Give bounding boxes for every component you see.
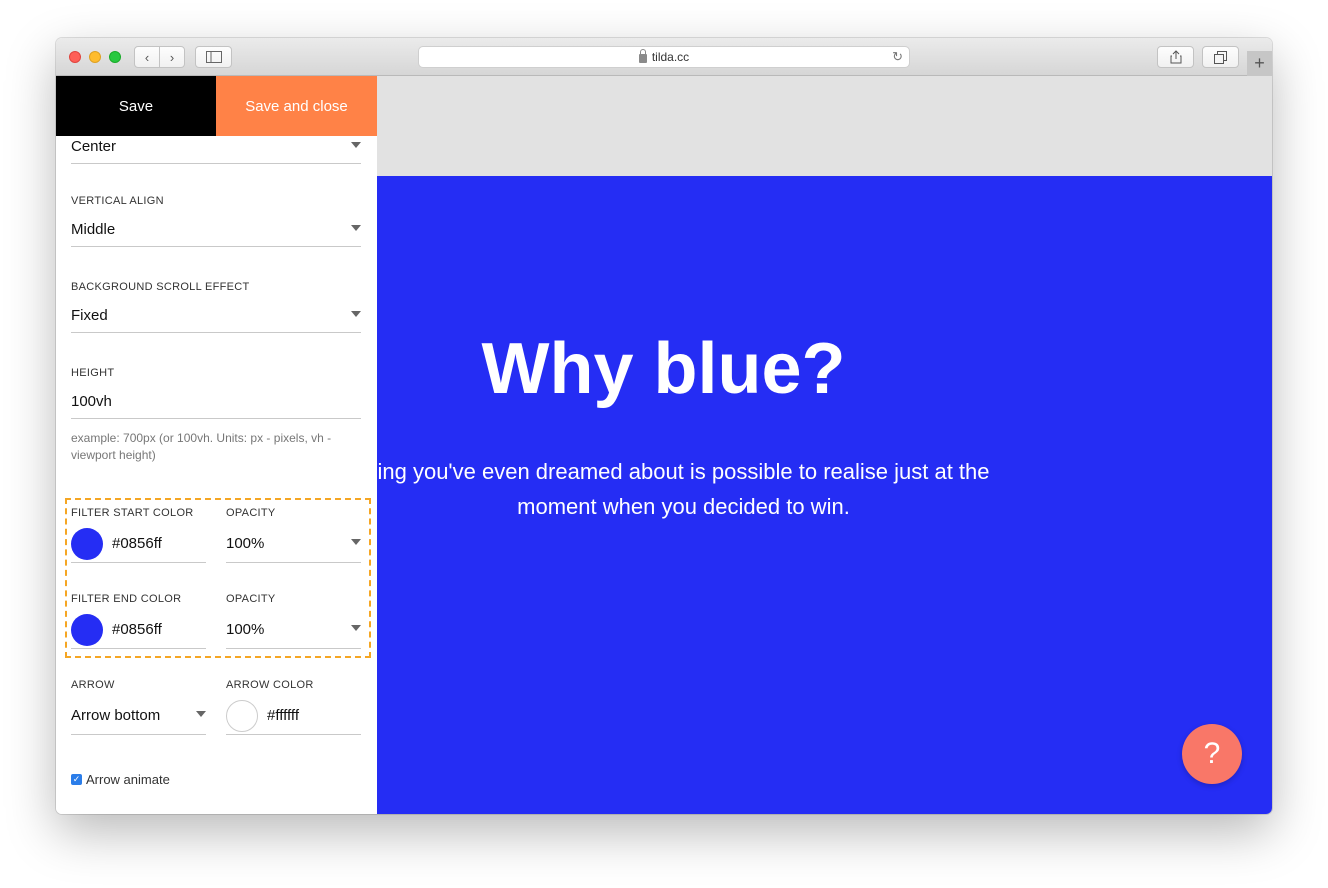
filter-end-opacity-select[interactable]: 100% <box>226 611 361 649</box>
sidebar-icon <box>205 51 222 63</box>
filter-end-opacity-label: OPACITY <box>226 593 276 605</box>
preview-top-section <box>377 76 1272 176</box>
filter-end-color-input[interactable]: #0856ff <box>71 611 206 649</box>
arrow-color-field: ARROW COLOR #ffffff <box>226 679 361 735</box>
forward-button[interactable]: › <box>159 46 185 68</box>
filter-start-color-value: #0856ff <box>112 535 162 552</box>
scroll-effect-value: Fixed <box>71 307 108 324</box>
back-button[interactable]: ‹ <box>134 46 160 68</box>
chevron-down-icon <box>351 142 361 148</box>
arrow-label: ARROW <box>71 679 115 691</box>
arrow-animate-label: Arrow animate <box>86 771 170 787</box>
url-text: tilda.cc <box>651 50 690 64</box>
vertical-align-select[interactable]: Middle <box>71 213 361 247</box>
save-and-close-button[interactable]: Save and close <box>216 76 377 136</box>
checkmark-icon: ✓ <box>71 773 82 785</box>
help-button[interactable]: ? <box>1182 724 1242 784</box>
reload-icon[interactable]: ↻ <box>892 49 903 65</box>
arrow-value: Arrow bottom <box>71 707 161 724</box>
height-value: 100vh <box>71 393 112 410</box>
filter-start-color-input[interactable]: #0856ff <box>71 525 206 563</box>
filter-end-color-value: #0856ff <box>112 621 162 638</box>
filter-end-opacity-value: 100% <box>226 621 265 638</box>
arrow-color-label: ARROW COLOR <box>226 679 314 691</box>
filter-start-opacity-label: OPACITY <box>226 507 276 519</box>
horizontal-align-value: Center <box>71 138 117 155</box>
arrow-select[interactable]: Arrow bottom <box>71 697 206 735</box>
chevron-down-icon <box>196 711 206 717</box>
horizontal-align-field: Center <box>71 136 361 164</box>
chevron-left-icon: ‹ <box>144 49 150 65</box>
chevron-right-icon: › <box>169 49 175 65</box>
save-button[interactable]: Save <box>56 76 216 136</box>
height-label: HEIGHT <box>71 367 115 379</box>
filter-end-color-field: FILTER END COLOR #0856ff <box>71 593 206 649</box>
browser-titlebar: ‹ › tilda.cc ↻ + <box>56 38 1272 76</box>
arrow-color-input[interactable]: #ffffff <box>226 697 361 735</box>
arrow-field: ARROW Arrow bottom <box>71 679 206 735</box>
height-input[interactable]: 100vh <box>71 385 361 419</box>
arrow-animate-checkbox[interactable]: ✓ Arrow animate <box>71 771 271 787</box>
page-content: Save Save and close Center VERTICAL ALIG… <box>56 76 1272 814</box>
filter-start-opacity-value: 100% <box>226 535 265 552</box>
tabs-overview-button[interactable] <box>1202 46 1239 68</box>
lock-icon <box>638 48 647 63</box>
close-window-button[interactable] <box>69 51 81 63</box>
vertical-align-label: VERTICAL ALIGN <box>71 195 164 207</box>
scroll-effect-label: BACKGROUND SCROLL EFFECT <box>71 281 250 293</box>
filter-end-color-swatch[interactable] <box>71 613 103 646</box>
arrow-color-value: #ffffff <box>267 707 299 724</box>
minimize-window-button[interactable] <box>89 51 101 63</box>
share-icon <box>1170 50 1181 64</box>
plus-icon: + <box>1254 53 1265 73</box>
chevron-down-icon <box>351 625 361 631</box>
filter-end-opacity-field: OPACITY 100% <box>226 593 361 649</box>
new-tab-button[interactable]: + <box>1247 51 1272 76</box>
filter-start-color-label: FILTER START COLOR <box>71 507 194 519</box>
filter-start-opacity-select[interactable]: 100% <box>226 525 361 563</box>
sidebar-toggle-button[interactable] <box>195 46 232 68</box>
horizontal-align-select[interactable]: Center <box>71 130 361 164</box>
scroll-effect-field: BACKGROUND SCROLL EFFECT Fixed <box>71 281 361 337</box>
chevron-down-icon <box>351 225 361 231</box>
filter-start-opacity-field: OPACITY 100% <box>226 507 361 563</box>
hero-title: Why blue? <box>481 329 846 409</box>
tabs-icon <box>1214 50 1227 64</box>
share-button[interactable] <box>1157 46 1194 68</box>
vertical-align-value: Middle <box>71 221 116 238</box>
address-bar[interactable]: tilda.cc ↻ <box>418 46 910 68</box>
filter-start-color-swatch[interactable] <box>71 527 103 560</box>
vertical-align-field: VERTICAL ALIGN Middle <box>71 195 361 251</box>
scroll-effect-select[interactable]: Fixed <box>71 299 361 333</box>
height-field: HEIGHT 100vh example: 700px (or 100vh. U… <box>71 367 361 467</box>
maximize-window-button[interactable] <box>109 51 121 63</box>
chevron-down-icon <box>351 539 361 545</box>
height-hint: example: 700px (or 100vh. Units: px - pi… <box>71 431 332 462</box>
browser-window: ‹ › tilda.cc ↻ + Save Save and close Cen… <box>56 38 1272 814</box>
filter-end-color-label: FILTER END COLOR <box>71 593 182 605</box>
page-preview: Why blue? ing you've even dreamed about … <box>377 76 1272 814</box>
settings-panel: Save Save and close Center VERTICAL ALIG… <box>56 76 377 814</box>
hero-subtitle: ing you've even dreamed about is possibl… <box>377 459 990 519</box>
question-mark-icon: ? <box>1203 737 1221 770</box>
chevron-down-icon <box>351 311 361 317</box>
filter-start-color-field: FILTER START COLOR #0856ff <box>71 507 206 563</box>
arrow-color-swatch[interactable] <box>226 699 258 732</box>
